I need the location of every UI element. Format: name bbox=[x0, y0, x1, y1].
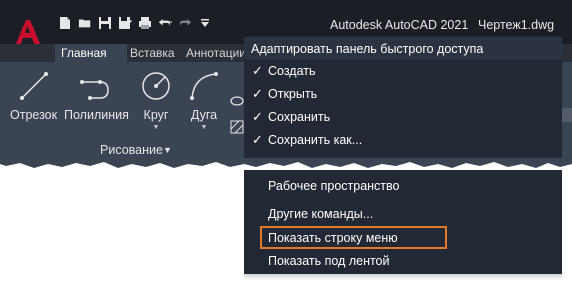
line-icon bbox=[16, 70, 52, 102]
check-icon: ✓ bbox=[252, 63, 263, 78]
new-icon[interactable] bbox=[58, 16, 72, 30]
document-title: Чертеж1.dwg bbox=[478, 18, 555, 32]
check-icon: ✓ bbox=[252, 109, 263, 124]
circle-tool[interactable]: Круг ▼ bbox=[138, 70, 174, 132]
menu-item-label: Показать под лентой bbox=[268, 254, 390, 268]
menu-item-label: Открыть bbox=[268, 87, 318, 101]
chevron-down-icon[interactable]: ▼ bbox=[153, 124, 160, 132]
menu-item-show-below-ribbon[interactable]: Показать под лентой bbox=[244, 250, 562, 272]
print-icon[interactable] bbox=[138, 16, 152, 30]
check-icon: ✓ bbox=[252, 132, 263, 147]
line-tool[interactable]: Отрезок bbox=[10, 70, 57, 122]
customize-dropdown-icon[interactable] bbox=[198, 16, 212, 30]
polyline-icon bbox=[78, 70, 114, 102]
save-as-icon[interactable] bbox=[118, 16, 132, 30]
circle-tool-label: Круг bbox=[143, 108, 169, 122]
tab-insert[interactable]: Вставка bbox=[124, 44, 181, 62]
menu-item-label: Создать bbox=[268, 64, 316, 78]
menu-item-new[interactable]: ✓ Создать bbox=[244, 60, 562, 82]
arc-icon bbox=[186, 70, 222, 102]
line-tool-label: Отрезок bbox=[10, 108, 58, 122]
hatch-icon[interactable] bbox=[230, 120, 244, 134]
circle-icon bbox=[138, 70, 174, 102]
undo-icon[interactable] bbox=[158, 16, 172, 30]
menu-item-workspace[interactable]: Рабочее пространство bbox=[244, 175, 562, 197]
redo-icon[interactable] bbox=[178, 16, 192, 30]
polyline-tool[interactable]: Полилиния bbox=[64, 70, 129, 122]
arc-tool[interactable]: Дуга ▼ bbox=[186, 70, 222, 132]
check-icon: ✓ bbox=[252, 86, 263, 101]
polyline-tool-label: Полилиния bbox=[64, 108, 129, 122]
app-title: Autodesk AutoCAD 2021 bbox=[330, 18, 469, 32]
menu-header-text: Адаптировать панель быстрого доступа bbox=[251, 42, 484, 56]
tab-home[interactable]: Главная bbox=[55, 44, 127, 62]
save-icon[interactable] bbox=[98, 16, 112, 30]
menu-item-save[interactable]: ✓ Сохранить bbox=[244, 106, 562, 128]
ellipse-icon[interactable] bbox=[230, 94, 244, 106]
arc-tool-label: Дуга bbox=[190, 108, 218, 122]
menu-item-label: Рабочее пространство bbox=[268, 179, 400, 193]
quick-access-toolbar bbox=[58, 14, 212, 32]
highlight-box bbox=[260, 226, 447, 249]
open-icon[interactable] bbox=[78, 16, 92, 30]
chevron-down-icon[interactable]: ▼ bbox=[163, 145, 172, 155]
menu-item-open[interactable]: ✓ Открыть bbox=[244, 83, 562, 105]
menu-item-more-commands[interactable]: Другие команды... bbox=[244, 203, 562, 225]
menu-shadow bbox=[244, 274, 562, 280]
draw-panel-label[interactable]: Рисование bbox=[100, 143, 163, 157]
menu-item-label: Сохранить как... bbox=[268, 133, 363, 147]
chevron-down-icon[interactable]: ▼ bbox=[201, 124, 208, 132]
menu-item-label: Сохранить bbox=[268, 110, 331, 124]
menu-item-label: Другие команды... bbox=[268, 207, 374, 221]
tab-annotate[interactable]: Аннотации bbox=[180, 44, 252, 62]
menu-item-save-as[interactable]: ✓ Сохранить как... bbox=[244, 129, 562, 151]
